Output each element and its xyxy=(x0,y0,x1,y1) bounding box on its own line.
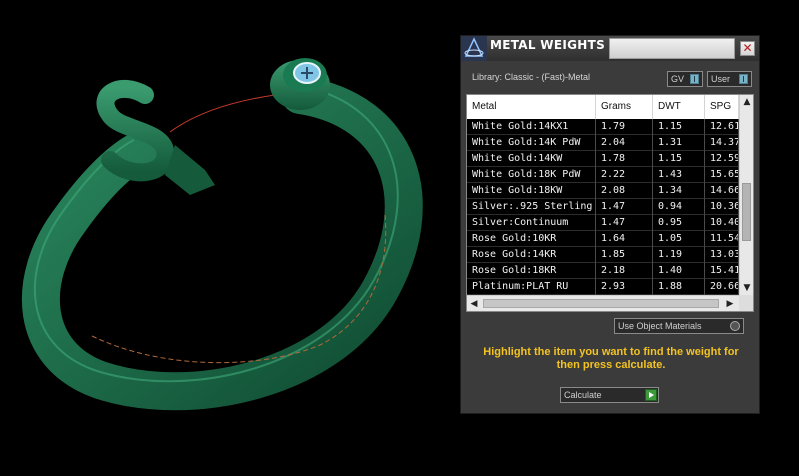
close-button[interactable]: ✕ xyxy=(740,41,755,56)
cell-spg: 10.40 xyxy=(705,215,739,231)
close-icon: ✕ xyxy=(742,41,753,55)
cell-metal: Platinum:PLAT RU xyxy=(467,279,596,295)
ring-model[interactable] xyxy=(0,0,455,476)
gv-toggle-label: GV xyxy=(671,74,685,84)
cell-dwt: 1.15 xyxy=(653,151,705,167)
scroll-corner xyxy=(739,295,753,311)
cell-metal: Silver:.925 Sterling xyxy=(467,199,596,215)
cell-grams: 2.93 xyxy=(596,279,653,295)
cell-dwt: 1.05 xyxy=(653,231,705,247)
cell-spg: 12.61 xyxy=(705,119,739,135)
ring-band xyxy=(21,76,423,411)
toggle-knob-icon xyxy=(690,74,699,84)
user-toggle-label: User xyxy=(711,74,731,84)
horizontal-scrollbar[interactable]: ◀ ▶ xyxy=(467,295,739,311)
app-logo-icon xyxy=(461,36,487,61)
table-row[interactable]: Silver:.925 Sterling 1.47 0.94 10.36 xyxy=(467,199,739,215)
scroll-left-icon[interactable]: ◀ xyxy=(467,296,481,312)
horizontal-scroll-thumb[interactable] xyxy=(483,299,719,308)
cell-grams: 1.85 xyxy=(596,247,653,263)
cell-spg: 11.54 xyxy=(705,231,739,247)
cell-dwt: 1.43 xyxy=(653,167,705,183)
cell-grams: 2.08 xyxy=(596,183,653,199)
play-arrow-icon xyxy=(645,389,657,401)
cell-dwt: 1.34 xyxy=(653,183,705,199)
table-row[interactable]: White Gold:18K PdW 2.22 1.43 15.65 xyxy=(467,167,739,183)
cell-grams: 1.64 xyxy=(596,231,653,247)
calculate-button[interactable]: Calculate xyxy=(560,387,659,403)
scroll-up-icon[interactable]: ▲ xyxy=(740,95,754,109)
table-row[interactable]: Silver:Continuum 1.47 0.95 10.40 xyxy=(467,215,739,231)
table-row[interactable]: Rose Gold:18KR 2.18 1.40 15.41 xyxy=(467,263,739,279)
table-row[interactable]: White Gold:14K PdW 2.04 1.31 14.37 xyxy=(467,135,739,151)
table-row[interactable]: Platinum:PLAT RU 2.93 1.88 20.66 xyxy=(467,279,739,295)
materials-dropdown[interactable]: Use Object Materials xyxy=(614,318,744,334)
cell-spg: 14.37 xyxy=(705,135,739,151)
vertical-scroll-thumb[interactable] xyxy=(742,183,751,241)
cell-spg: 12.59 xyxy=(705,151,739,167)
cell-dwt: 1.19 xyxy=(653,247,705,263)
cell-dwt: 1.15 xyxy=(653,119,705,135)
cell-metal: White Gold:14KW xyxy=(467,151,596,167)
guide-line xyxy=(169,94,276,133)
cell-metal: Rose Gold:14KR xyxy=(467,247,596,263)
cell-spg: 15.65 xyxy=(705,167,739,183)
library-label: Library: Classic - (Fast)-Metal xyxy=(472,72,591,82)
table-header: Metal Grams DWT SPG xyxy=(467,95,739,119)
column-header-grams[interactable]: Grams xyxy=(596,95,653,119)
cell-grams: 1.79 xyxy=(596,119,653,135)
title-bar-fill xyxy=(609,38,735,59)
user-toggle[interactable]: User xyxy=(707,71,752,87)
cell-grams: 1.47 xyxy=(596,215,653,231)
vertical-scrollbar[interactable]: ▲ ▼ xyxy=(739,95,753,295)
toggle-knob-icon xyxy=(739,74,748,84)
scroll-right-icon[interactable]: ▶ xyxy=(723,296,737,312)
column-header-dwt[interactable]: DWT xyxy=(653,95,705,119)
column-header-metal[interactable]: Metal xyxy=(467,95,596,119)
column-header-spg[interactable]: SPG xyxy=(705,95,739,119)
cell-dwt: 1.40 xyxy=(653,263,705,279)
cell-spg: 13.03 xyxy=(705,247,739,263)
cell-grams: 2.22 xyxy=(596,167,653,183)
calculate-label: Calculate xyxy=(564,390,602,400)
table-row[interactable]: White Gold:14KW 1.78 1.15 12.59 xyxy=(467,151,739,167)
cell-metal: Silver:Continuum xyxy=(467,215,596,231)
cell-spg: 20.66 xyxy=(705,279,739,295)
cell-dwt: 0.94 xyxy=(653,199,705,215)
cell-spg: 10.36 xyxy=(705,199,739,215)
cell-metal: White Gold:18K PdW xyxy=(467,167,596,183)
table-row[interactable]: Rose Gold:10KR 1.64 1.05 11.54 xyxy=(467,231,739,247)
scroll-down-icon[interactable]: ▼ xyxy=(740,281,754,295)
cell-metal: White Gold:14KX1 xyxy=(467,119,596,135)
table-row[interactable]: Rose Gold:14KR 1.85 1.19 13.03 xyxy=(467,247,739,263)
cell-dwt: 1.31 xyxy=(653,135,705,151)
cell-grams: 1.47 xyxy=(596,199,653,215)
cell-dwt: 1.88 xyxy=(653,279,705,295)
panel-titlebar[interactable]: METAL WEIGHTS ✕ xyxy=(461,36,759,61)
table-row[interactable]: White Gold:18KW 2.08 1.34 14.66 xyxy=(467,183,739,199)
cell-metal: White Gold:18KW xyxy=(467,183,596,199)
cell-grams: 1.78 xyxy=(596,151,653,167)
cell-spg: 14.66 xyxy=(705,183,739,199)
metal-weights-panel: METAL WEIGHTS ✕ Library: Classic - (Fast… xyxy=(460,35,760,414)
cell-grams: 2.04 xyxy=(596,135,653,151)
gv-toggle[interactable]: GV xyxy=(667,71,703,87)
panel-title: METAL WEIGHTS xyxy=(490,38,606,52)
table-row[interactable]: White Gold:14KX1 1.79 1.15 12.61 xyxy=(467,119,739,135)
cell-spg: 15.41 xyxy=(705,263,739,279)
bezel-cap xyxy=(270,58,330,110)
cell-grams: 2.18 xyxy=(596,263,653,279)
cell-metal: White Gold:14K PdW xyxy=(467,135,596,151)
dropdown-toggle-icon xyxy=(730,321,740,331)
table-body: White Gold:14KX1 1.79 1.15 12.61 White Gold:… xyxy=(467,119,739,295)
instruction-text: Highlight the item you want to find the … xyxy=(483,346,739,371)
materials-dropdown-label: Use Object Materials xyxy=(618,321,702,331)
cell-dwt: 0.95 xyxy=(653,215,705,231)
cell-metal: Rose Gold:10KR xyxy=(467,231,596,247)
metal-table[interactable]: Metal Grams DWT SPG White Gold:14KX1 1.79… xyxy=(466,94,754,312)
cell-metal: Rose Gold:18KR xyxy=(467,263,596,279)
